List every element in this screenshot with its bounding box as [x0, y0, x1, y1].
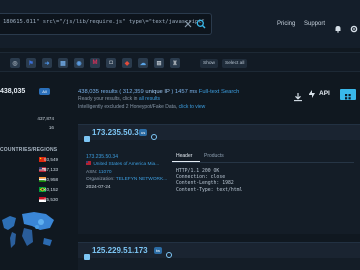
full-text-search-link[interactable]: Full-text Search	[199, 89, 240, 95]
honeypot-view-link[interactable]: click to view	[179, 104, 206, 110]
country-badge: tw	[154, 247, 162, 254]
server-icon	[84, 129, 90, 142]
results-time: ) 1457 ms	[171, 89, 198, 95]
flag-icon[interactable]: ⚑	[26, 58, 36, 68]
country-row-brazil[interactable]: 40,152	[0, 187, 58, 195]
result-card: 173.235.50.34 us 173.235.50.34 United St…	[78, 124, 360, 234]
all-results-link[interactable]: all results	[139, 96, 160, 102]
search-box[interactable]: 180615.011" src\="/js/lib/require.js" ty…	[0, 13, 212, 35]
org-row: Organization: TELEFYN NETWORK...	[86, 176, 167, 184]
country-row-india[interactable]: 40,958	[0, 177, 58, 185]
country-count: 93,549	[44, 157, 59, 162]
tab-header[interactable]: Header	[176, 153, 192, 159]
results-summary-line: 438,035 results ( 312,359 unique IP ) 14…	[78, 88, 239, 96]
result-tabs: Header Products	[172, 150, 354, 163]
arrow-right-icon[interactable]: ➜	[42, 58, 52, 68]
country-count: 40,958	[44, 177, 59, 182]
clear-icon[interactable]	[183, 19, 193, 29]
total-count: 438,035	[0, 88, 26, 95]
results-count: 438,035 results ( 312,359	[78, 89, 144, 95]
all-toggle[interactable]: All	[39, 88, 50, 95]
countries-section-title: COUNTRIES/REGIONS	[0, 147, 58, 153]
result-card-header: 173.235.50.34 us	[78, 125, 360, 142]
country-row-us[interactable]: 57,133	[0, 167, 58, 175]
globe-icon[interactable]: ◉	[74, 58, 84, 68]
bell-icon[interactable]	[334, 20, 342, 33]
filter-bar: ◎ ⚑ ➜ ▦ ◉ M ◘ ◆ ☁ ⊞ ♜ Show Select all	[0, 52, 360, 72]
org-link[interactable]: TELEFYN NETWORK...	[116, 177, 167, 182]
nav-pricing-link[interactable]: Pricing	[277, 21, 295, 27]
http-response: HTTP/1.1 200 OK Connection: close Conten…	[176, 169, 243, 193]
camera-icon[interactable]: ◘	[106, 58, 116, 68]
ready-results-line: Ready your results, click in all results	[78, 96, 239, 104]
city-link[interactable]: Mia...	[147, 162, 159, 167]
country-count: 25,530	[44, 197, 59, 202]
result-card-header: 125.229.51.173 tw	[78, 243, 360, 260]
country-count: 40,152	[44, 187, 59, 192]
tower-icon[interactable]: ♜	[170, 58, 180, 68]
sidebar-stat-value: 437,874	[37, 116, 54, 121]
search-icon[interactable]	[194, 17, 208, 31]
results-summary: 438,035 results ( 312,359 unique IP ) 14…	[78, 88, 239, 111]
ready-results-text: Ready your results, click in	[78, 96, 138, 102]
tab-products[interactable]: Products	[204, 153, 224, 159]
result-date: 2024-07-24	[86, 184, 111, 190]
server-icon	[84, 247, 90, 260]
country-badge: us	[139, 129, 148, 136]
api-button[interactable]: API	[308, 89, 334, 99]
nav-support-link[interactable]: Support	[304, 21, 325, 27]
asn-row: ASN: 11070	[86, 169, 166, 177]
world-map[interactable]	[0, 206, 58, 258]
country-count: 57,133	[44, 167, 59, 172]
honeypot-text: Intelligently excluded 2 Honeypot/Fake D…	[78, 103, 178, 110]
cloud-icon[interactable]: ☁	[138, 58, 148, 68]
gear-icon[interactable]	[350, 20, 358, 33]
search-input[interactable]: 180615.011" src\="/js/lib/require.js" ty…	[3, 19, 205, 25]
network-icon[interactable]: ⊞	[154, 58, 164, 68]
location-row: United States of America Mia...	[86, 161, 166, 169]
result-card: 125.229.51.173 tw	[78, 242, 360, 270]
result-info: 173.235.50.34 United States of America M…	[86, 153, 167, 192]
country-link[interactable]: United States of America	[93, 162, 146, 167]
select-all-button[interactable]: Select all	[222, 59, 248, 68]
top-bar: 180615.011" src\="/js/lib/require.js" ty…	[0, 0, 360, 48]
country-row-china[interactable]: 93,549	[0, 157, 58, 165]
honeypot-line: Intelligently excluded 2 Honeypot/Fake D…	[78, 104, 239, 112]
active-tab-indicator	[172, 161, 200, 162]
org-label: Organization:	[86, 177, 115, 182]
shield-icon[interactable]: ◆	[122, 58, 132, 68]
result-ip-link[interactable]: 125.229.51.173	[92, 246, 148, 255]
link-icon[interactable]	[150, 128, 158, 140]
show-button[interactable]: Show	[200, 59, 218, 68]
grid-icon[interactable]: ▦	[58, 58, 68, 68]
date-row: 2024-07-24	[86, 184, 166, 192]
download-icon[interactable]	[293, 89, 303, 102]
sidebar: 438,035 All 437,874 16 COUNTRIES/REGIONS…	[0, 84, 58, 270]
unique-ip-label: unique IP	[145, 89, 170, 95]
link-icon[interactable]	[165, 246, 173, 258]
api-label: API	[319, 90, 330, 97]
country-row-indonesia[interactable]: 25,530	[0, 197, 58, 205]
target-icon[interactable]: ◎	[10, 58, 20, 68]
m-logo-icon[interactable]: M	[90, 58, 100, 68]
result-ip-link[interactable]: 173.235.50.34	[92, 128, 143, 137]
asn-link[interactable]: 11070	[99, 170, 112, 175]
asn-label: ASN:	[86, 169, 98, 175]
sidebar-stat-value: 16	[48, 125, 54, 130]
grid-view-button[interactable]	[340, 89, 356, 100]
result-ip-sub[interactable]: 173.235.50.34	[86, 153, 166, 161]
